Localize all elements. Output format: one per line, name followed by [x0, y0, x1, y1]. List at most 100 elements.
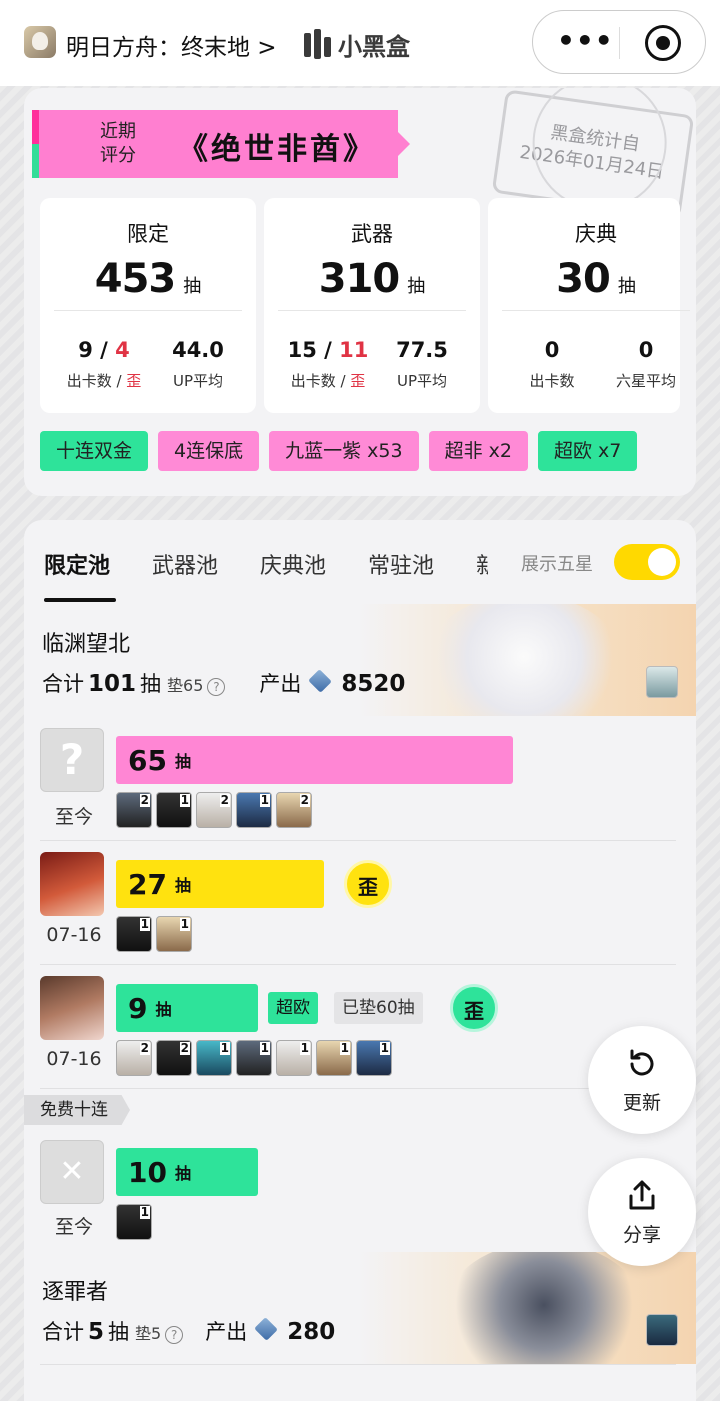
stat-count: 310 抽 — [264, 256, 480, 302]
rating-stripe — [32, 110, 39, 178]
pity-count: 垫5 — [135, 1324, 162, 1343]
tab-standard-pool[interactable]: 常驻池 — [368, 548, 434, 580]
off-banner-badge: 歪 — [344, 860, 392, 908]
summary-card: 近期 评分 《绝世非酋》 黑盒统计自 2026年01月24日 限定 453 抽 9… — [24, 88, 696, 496]
tag-double-gold[interactable]: 十连双金 — [40, 431, 149, 471]
stat-card-count: 15 / 11 — [287, 338, 369, 362]
stat-card-count-label: 出卡数 / 歪 — [290, 372, 366, 390]
stat-divider — [502, 310, 690, 311]
five-star-avatar: 1 — [236, 792, 272, 828]
five-star-avatar: 1 — [116, 1204, 152, 1240]
tag-super-lucky[interactable]: 超欧 x7 — [537, 431, 638, 471]
output-label: 产出 — [259, 672, 302, 696]
total-pulls: 101 — [88, 671, 137, 697]
stat-count-value: 30 — [556, 256, 611, 302]
stat-six-star-avg: 0 — [638, 338, 654, 362]
logo-text: 小黑盒 — [338, 32, 410, 61]
pull-unit: 抽 — [174, 1164, 191, 1183]
off-banner-badge: 歪 — [450, 984, 498, 1032]
rating-title: 《绝世非酋》 — [178, 132, 376, 167]
stat-card-limited[interactable]: 限定 453 抽 9 / 4 出卡数 / 歪 44.0 UP平均 — [40, 198, 256, 413]
tag-four-pity[interactable]: 4连保底 — [158, 431, 260, 471]
pool-card: 限定池 武器池 庆典池 常驻池 新 展示五星 临渊望北 合计 101 抽 垫65… — [24, 520, 696, 1401]
five-star-avatar: 1 — [356, 1040, 392, 1076]
app-name-link[interactable]: 明日方舟：终末地 > — [66, 28, 277, 62]
pull-bar[interactable]: 10 抽 — [116, 1148, 258, 1196]
refresh-button[interactable]: 更新 — [588, 1026, 696, 1134]
five-star-avatar: 1 — [116, 916, 152, 952]
stat-count-unit: 抽 — [183, 276, 202, 297]
pull-bar[interactable]: 9抽 — [116, 984, 258, 1032]
tab-festival-pool[interactable]: 庆典池 — [260, 548, 326, 580]
capsule-divider — [619, 27, 620, 59]
pool-banner-2[interactable]: 逐罪者 合计 5 抽 垫5 ? 产出 280 — [24, 1252, 696, 1364]
five-star-avatar: 1 — [156, 916, 192, 952]
tag-nine-blue[interactable]: 九蓝一紫 x53 — [269, 431, 419, 471]
show-five-star-label: 展示五星 — [521, 554, 593, 575]
pity-progress-bar[interactable]: 65 抽 — [116, 736, 513, 784]
five-star-avatar: 2 — [276, 792, 312, 828]
five-star-avatar: 2 — [116, 1040, 152, 1076]
stat-card-festival[interactable]: 庆典 30 抽 0 出卡数 0 六星平均 — [488, 198, 690, 413]
mini-program-header: 明日方舟：终末地 > 小黑盒 ••• — [0, 0, 720, 86]
rating-label-line1: 近期 — [100, 121, 136, 142]
show-five-star-toggle[interactable] — [614, 544, 680, 580]
unknown-character-avatar: ? — [40, 728, 104, 792]
stat-title: 限定 — [127, 222, 169, 246]
stat-card-count: 0 — [544, 338, 560, 362]
stat-count: 30 抽 — [488, 256, 696, 302]
currency-gem-icon — [308, 669, 333, 693]
rating-tip — [398, 132, 410, 156]
free-ten-pull-tag: 免费十连 — [24, 1095, 130, 1125]
total-prefix: 合计 — [42, 1320, 84, 1344]
row-divider — [40, 1364, 676, 1365]
stat-divider — [278, 310, 466, 311]
stat-card-count-label: 出卡数 — [529, 372, 575, 390]
row-divider — [40, 1088, 676, 1089]
banner-title: 逐罪者 — [42, 1280, 109, 1305]
tag-super-unlucky[interactable]: 超非 x2 — [428, 431, 528, 471]
help-icon[interactable]: ? — [165, 1326, 184, 1344]
output-value: 280 — [287, 1319, 336, 1345]
output-label: 产出 — [205, 1320, 248, 1344]
share-icon — [629, 1180, 655, 1210]
tab-limited-pool[interactable]: 限定池 — [44, 548, 110, 580]
capsule-menu: ••• — [532, 10, 706, 74]
output-value: 8520 — [341, 671, 406, 697]
tab-weapon-pool[interactable]: 武器池 — [152, 548, 218, 580]
pull-count: 27 — [128, 867, 167, 901]
five-star-list: 1 1 — [116, 916, 192, 952]
five-star-list: 1 — [116, 1204, 152, 1240]
stat-up-avg-label: UP平均 — [172, 372, 224, 390]
pool-tabs: 限定池 武器池 庆典池 常驻池 新 — [44, 548, 530, 580]
pull-bar[interactable]: 27 抽 — [116, 860, 324, 908]
share-button[interactable]: 分享 — [588, 1158, 696, 1266]
six-star-avatar[interactable] — [40, 976, 104, 1040]
app-avatar-icon[interactable] — [24, 26, 56, 58]
total-unit: 抽 — [140, 672, 162, 696]
banner-summary: 合计 101 抽 垫65 ? 产出 8520 — [42, 668, 409, 698]
tab-new-pool[interactable]: 新 — [476, 548, 488, 580]
banner-summary: 合计 5 抽 垫5 ? 产出 280 — [42, 1316, 339, 1346]
five-star-avatar: 1 — [236, 1040, 272, 1076]
banner-character-avatar — [646, 1314, 678, 1346]
five-star-avatar: 2 — [196, 792, 232, 828]
five-star-list: 2 2 1 1 1 1 1 — [116, 1040, 392, 1076]
stat-count: 453 抽 — [40, 256, 256, 302]
help-icon[interactable]: ? — [207, 678, 226, 696]
close-target-icon[interactable] — [645, 25, 681, 61]
six-star-avatar[interactable] — [40, 852, 104, 916]
pull-count: 9 — [128, 991, 148, 1025]
pool-banner-1[interactable]: 临渊望北 合计 101 抽 垫65 ? 产出 8520 — [24, 604, 696, 716]
stat-card-count: 9 / 4 — [78, 338, 130, 362]
five-star-avatar: 1 — [276, 1040, 312, 1076]
pull-unit: 抽 — [174, 876, 191, 895]
pull-unit: 抽 — [155, 1000, 172, 1019]
empty-character-avatar: ✕ — [40, 1140, 104, 1204]
more-dots-icon[interactable]: ••• — [557, 27, 614, 55]
row-date: 至今 — [54, 806, 93, 828]
row-date: 07-16 — [46, 1048, 102, 1070]
stat-title: 庆典 — [575, 222, 617, 246]
stat-card-weapon[interactable]: 武器 310 抽 15 / 11 出卡数 / 歪 77.5 UP平均 — [264, 198, 480, 413]
row-divider — [40, 840, 676, 841]
